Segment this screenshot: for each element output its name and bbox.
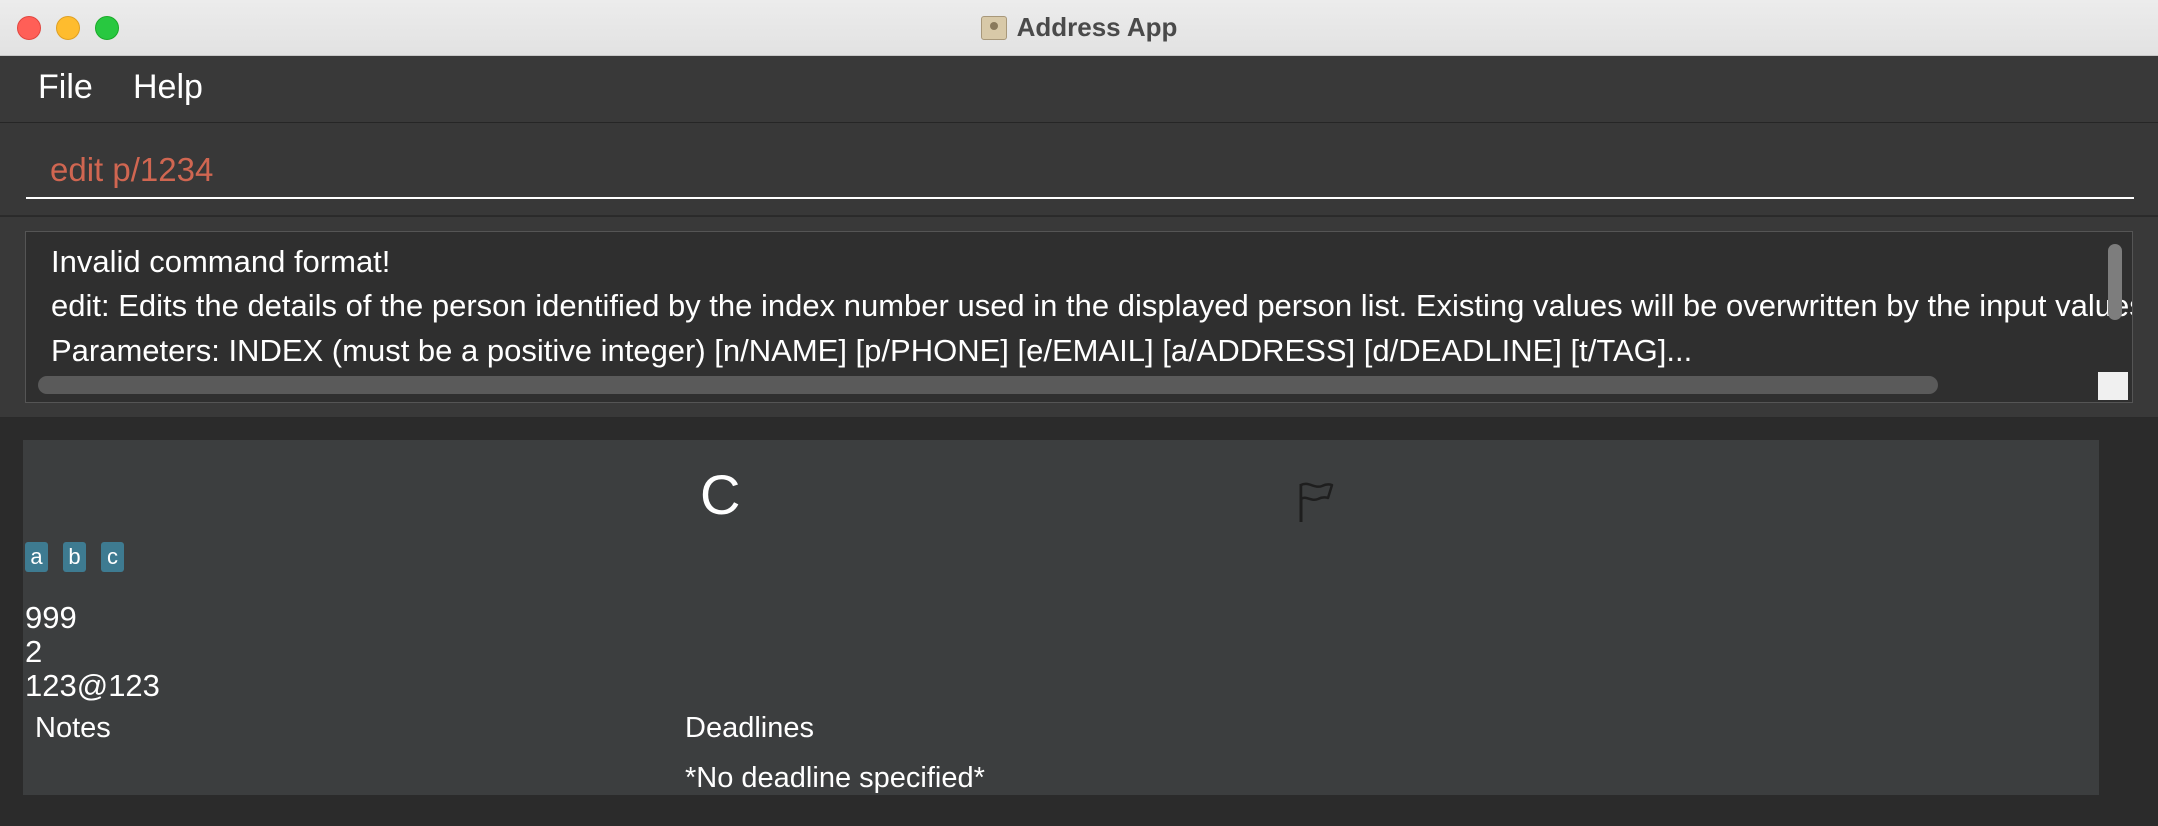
result-display-panel: Invalid command format! edit: Edits the …: [0, 216, 2158, 418]
window-title-group: Address App: [0, 0, 2158, 55]
menu-file[interactable]: File: [38, 68, 93, 107]
tag-label: b: [63, 542, 86, 572]
person-address: 2: [25, 634, 43, 669]
person-name: C: [700, 463, 741, 526]
person-email: 123@123: [25, 668, 160, 703]
title-bar[interactable]: Address App: [0, 0, 2158, 56]
window-title: Address App: [1016, 12, 1178, 42]
person-list-panel: C a b c 999 2 123@123 Notes Deadlines *N…: [0, 418, 2158, 826]
result-line: edit: Edits the details of the person id…: [51, 288, 2133, 323]
result-line: Parameters: INDEX (must be a positive in…: [51, 333, 1693, 368]
person-card[interactable]: C a b c 999 2 123@123 Notes Deadlines *N…: [23, 440, 2099, 795]
menu-bar: File Help: [0, 56, 2158, 123]
tag-label: a: [25, 542, 48, 572]
menu-help[interactable]: Help: [133, 68, 203, 107]
horizontal-scrollbar-thumb[interactable]: [38, 376, 1938, 394]
notes-label: Notes: [35, 712, 111, 744]
result-display[interactable]: Invalid command format! edit: Edits the …: [25, 231, 2133, 403]
command-input[interactable]: [26, 143, 2134, 199]
person-phone: 999: [25, 600, 77, 635]
result-line: Invalid command format!: [51, 244, 391, 279]
tag-label: c: [101, 542, 124, 572]
app-window: Address App File Help Invalid command fo…: [0, 0, 2158, 826]
address-book-icon: [980, 15, 1007, 40]
scrollbar-corner: [2098, 372, 2128, 400]
command-box-panel: [0, 123, 2158, 215]
vertical-scrollbar-thumb[interactable]: [2108, 244, 2122, 320]
deadline-value: *No deadline specified*: [685, 762, 985, 794]
deadlines-label: Deadlines: [685, 712, 814, 744]
flag-icon[interactable]: [1291, 478, 1339, 526]
